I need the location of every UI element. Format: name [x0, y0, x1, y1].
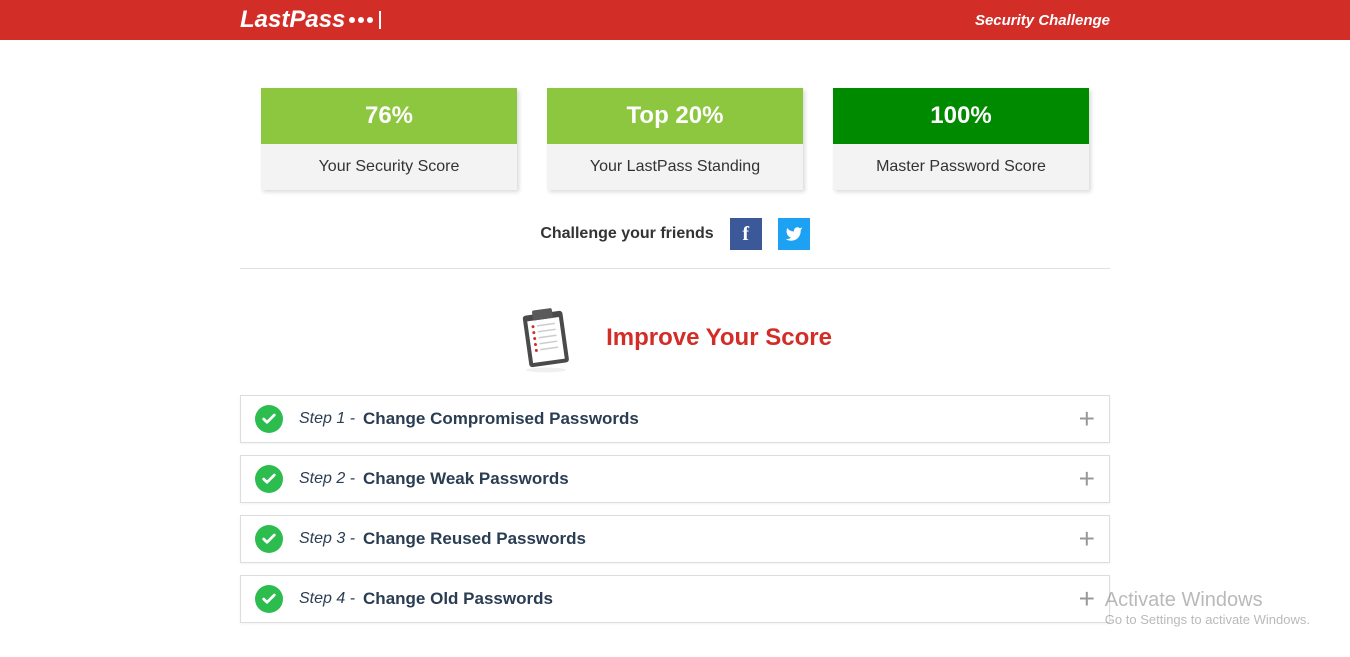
challenge-friends-row: Challenge your friends f: [240, 218, 1110, 250]
step-title: Change Weak Passwords: [363, 469, 1079, 489]
logo-text: LastPass: [240, 6, 345, 34]
step-prefix: Step 2 -: [299, 470, 355, 488]
step-title: Change Compromised Passwords: [363, 409, 1079, 429]
score-label: Your Security Score: [261, 144, 517, 190]
clipboard-icon: [518, 307, 570, 369]
expand-icon: +: [1079, 583, 1095, 615]
steps-list: Step 1 - Change Compromised Passwords + …: [240, 395, 1110, 623]
facebook-icon: f: [742, 223, 749, 246]
expand-icon: +: [1079, 403, 1095, 435]
step-prefix: Step 3 -: [299, 530, 355, 548]
step-item-old[interactable]: Step 4 - Change Old Passwords +: [240, 575, 1110, 623]
expand-icon: +: [1079, 523, 1095, 555]
logo-dots-icon: [349, 11, 381, 29]
step-prefix: Step 1 -: [299, 410, 355, 428]
improve-header: Improve Your Score: [240, 307, 1110, 369]
step-title: Change Reused Passwords: [363, 529, 1079, 549]
improve-title: Improve Your Score: [606, 324, 832, 352]
divider: [240, 268, 1110, 269]
step-title: Change Old Passwords: [363, 589, 1079, 609]
score-label: Your LastPass Standing: [547, 144, 803, 190]
check-icon: [255, 525, 283, 553]
header-bar: LastPass Security Challenge: [0, 0, 1350, 40]
score-value: Top 20%: [547, 88, 803, 144]
security-score-card: 76% Your Security Score: [261, 88, 517, 190]
master-password-score-card: 100% Master Password Score: [833, 88, 1089, 190]
challenge-text: Challenge your friends: [540, 225, 713, 243]
twitter-share-button[interactable]: [778, 218, 810, 250]
score-label: Master Password Score: [833, 144, 1089, 190]
facebook-share-button[interactable]: f: [730, 218, 762, 250]
twitter-icon: [785, 225, 803, 243]
score-value: 76%: [261, 88, 517, 144]
lastpass-logo: LastPass: [240, 6, 381, 34]
check-icon: [255, 405, 283, 433]
standing-score-card: Top 20% Your LastPass Standing: [547, 88, 803, 190]
score-cards-row: 76% Your Security Score Top 20% Your Las…: [240, 88, 1110, 190]
windows-activation-watermark: Activate Windows Go to Settings to activ…: [1105, 589, 1310, 627]
watermark-sub: Go to Settings to activate Windows.: [1105, 612, 1310, 627]
step-item-compromised[interactable]: Step 1 - Change Compromised Passwords +: [240, 395, 1110, 443]
page-title: Security Challenge: [975, 12, 1110, 29]
expand-icon: +: [1079, 463, 1095, 495]
check-icon: [255, 465, 283, 493]
check-icon: [255, 585, 283, 613]
step-prefix: Step 4 -: [299, 590, 355, 608]
step-item-weak[interactable]: Step 2 - Change Weak Passwords +: [240, 455, 1110, 503]
score-value: 100%: [833, 88, 1089, 144]
step-item-reused[interactable]: Step 3 - Change Reused Passwords +: [240, 515, 1110, 563]
watermark-title: Activate Windows: [1105, 589, 1310, 612]
